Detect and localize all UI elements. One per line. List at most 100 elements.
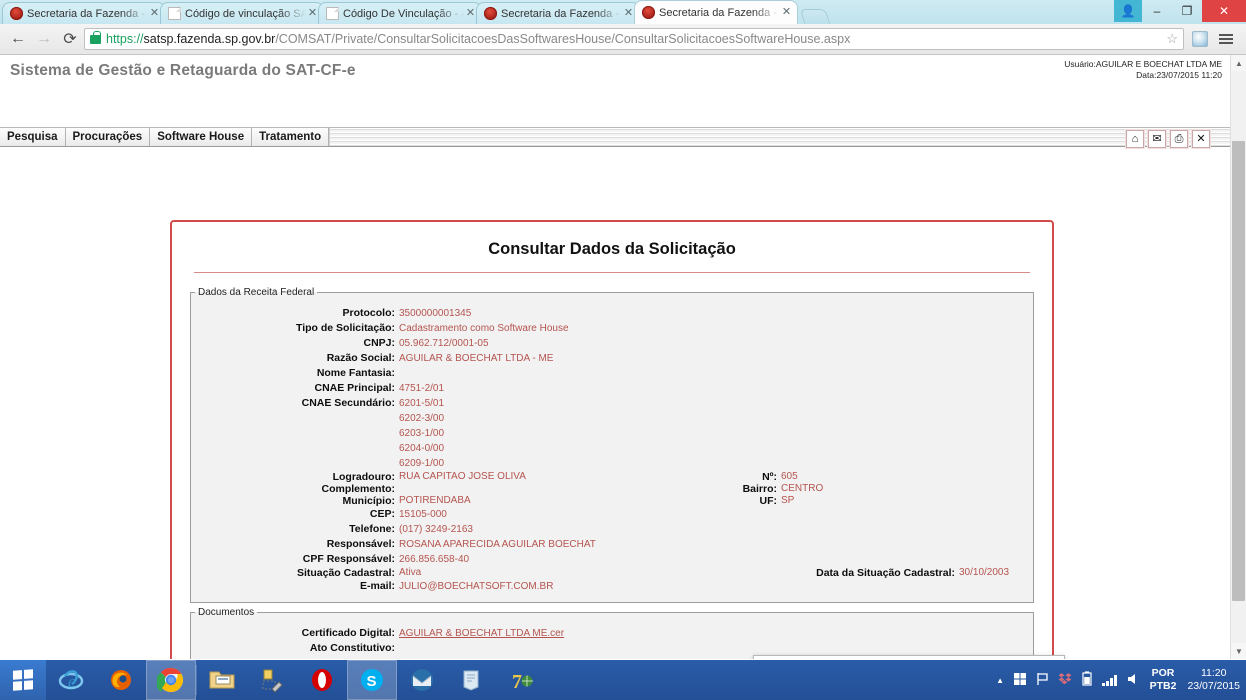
page-scrollbar[interactable]: ▲ ▼	[1230, 55, 1246, 659]
user-profile-icon[interactable]: 👤	[1114, 0, 1142, 22]
field-email: E-mail: JULIO@BOECHATSOFT.COM.BR	[191, 579, 1033, 594]
field-label: Responsável:	[326, 538, 395, 550]
app-menu-bar: Pesquisa Procurações Software House Trat…	[0, 127, 1246, 148]
field-label: Nº:	[762, 471, 777, 483]
taskbar-item-chrome[interactable]	[146, 660, 196, 700]
field-cnpj: CNPJ: 05.962.712/0001-05	[191, 336, 1033, 351]
lock-icon	[90, 30, 101, 44]
forward-icon[interactable]: →	[32, 27, 56, 51]
browser-tab[interactable]: Código De Vinculação - A ✕	[318, 2, 482, 24]
lang-line-2: PTB2	[1149, 680, 1177, 692]
field-complemento-bairro: Complemento: Bairro: CENTRO	[191, 483, 1033, 495]
field-value: 266.856.658-40	[399, 554, 470, 565]
menu-item-procuracoes[interactable]: Procurações	[66, 128, 151, 146]
page-content: Sistema de Gestão e Retaguarda do SAT-CF…	[0, 55, 1246, 659]
user-name-line: Usuário:AGUILAR E BOECHAT LTDA ME	[1064, 59, 1222, 69]
field-value: (017) 3249-2163	[399, 524, 473, 535]
clock-time: 11:20	[1200, 667, 1227, 679]
tab-title: Secretaria da Fazenda - G	[659, 6, 780, 19]
field-cnae-secundario: CNAE Secundário: 6201-5/01 6202-3/00 620…	[191, 396, 1033, 471]
language-indicator[interactable]: POR PTB2	[1150, 667, 1177, 693]
tab-close-icon[interactable]: ✕	[780, 6, 793, 19]
section-legend: Documentos	[198, 607, 255, 618]
back-icon[interactable]: ←	[6, 27, 30, 51]
taskbar-item-seven-zip[interactable]: 7	[497, 660, 547, 700]
volume-icon[interactable]	[1126, 672, 1141, 689]
mail-icon[interactable]: ✉	[1148, 130, 1166, 148]
field-label: Tipo de Solicitação:	[296, 322, 395, 334]
flag-icon[interactable]	[1036, 672, 1049, 689]
field-value: Cadastramento como Software House	[399, 323, 569, 334]
svg-text:S: S	[367, 673, 377, 690]
field-value: 35218481712	[399, 656, 460, 659]
reload-icon[interactable]: ⟳	[58, 27, 82, 51]
browser-tab[interactable]: Secretaria da Fazenda - G ✕	[476, 2, 640, 24]
browser-tab[interactable]: Código de vinculação SAT ✕	[160, 2, 324, 24]
field-value: 605	[781, 471, 798, 482]
taskbar-item-internet-explorer[interactable]: e	[46, 660, 96, 700]
field-label: Complemento:	[321, 483, 396, 495]
new-tab-button[interactable]	[799, 9, 831, 24]
taskbar-item-notes[interactable]	[447, 660, 497, 700]
seal-icon	[642, 6, 655, 19]
field-label: Protocolo:	[342, 307, 396, 319]
close-window-button[interactable]: ✕	[1202, 0, 1246, 22]
windows-taskbar: e S 7 ▲ POR PTB2 11:20 23/07/2015	[0, 660, 1246, 700]
date-line: Data:23/07/2015 11:20	[1136, 70, 1222, 80]
bookmark-star-icon[interactable]: ☆	[1158, 31, 1178, 47]
scroll-down-icon[interactable]: ▼	[1231, 643, 1246, 659]
windows-action-center-icon[interactable]	[1013, 672, 1027, 689]
show-hidden-icons[interactable]: ▲	[996, 676, 1004, 685]
address-bar[interactable]: https://satsp.fazenda.sp.gov.br/COMSAT/P…	[84, 28, 1184, 50]
browser-menu-icon[interactable]	[1214, 27, 1238, 51]
clock[interactable]: 11:20 23/07/2015	[1185, 667, 1240, 693]
section-documentos: Documentos Certificado Digital: AGUILAR …	[190, 607, 1034, 659]
menu-item-tratamento[interactable]: Tratamento	[252, 128, 330, 146]
svg-text:e: e	[68, 672, 76, 691]
menu-item-software-house[interactable]: Software House	[150, 128, 253, 146]
browser-tab[interactable]: Secretaria da Fazenda - G ✕	[2, 2, 166, 24]
taskbar-item-thunderbird[interactable]	[397, 660, 447, 700]
taskbar-item-skype[interactable]: S	[347, 660, 397, 700]
field-razao-social: Razão Social: AGUILAR & BOECHAT LTDA - M…	[191, 351, 1033, 366]
taskbar-item-tools[interactable]	[247, 660, 297, 700]
browser-tab-strip: Secretaria da Fazenda - G ✕ Código de vi…	[0, 0, 1246, 24]
print-icon[interactable]: ⎙	[1170, 130, 1188, 148]
dropbox-tray-icon[interactable]	[1058, 672, 1072, 689]
field-value: JULIO@BOECHATSOFT.COM.BR	[399, 581, 554, 592]
seal-icon	[10, 7, 23, 20]
taskbar-item-opera[interactable]	[297, 660, 347, 700]
field-label: Situação Cadastral:	[296, 567, 395, 579]
system-tray: ▲ POR PTB2 11:20 23/07/2015	[996, 660, 1246, 700]
field-value: 30/10/2003	[959, 567, 1010, 578]
restore-button[interactable]: ❐	[1172, 0, 1202, 22]
seal-icon	[484, 7, 497, 20]
network-icon[interactable]	[1102, 674, 1117, 686]
field-label: CNAE Secundário:	[301, 397, 395, 409]
battery-icon[interactable]	[1081, 671, 1093, 689]
taskbar-item-file-explorer[interactable]	[197, 660, 247, 700]
toolbar-icons: ⌂ ✉ ⎙ ✕	[1126, 130, 1210, 148]
field-value: POTIRENDABA	[399, 495, 471, 506]
window-controls: 👤 – ❐ ✕	[1114, 0, 1246, 24]
field-cpf-responsavel: CPF Responsável: 266.856.658-40	[191, 552, 1033, 567]
field-certificado-digital: Certificado Digital: AGUILAR & BOECHAT L…	[191, 626, 1033, 641]
field-value: AGUILAR & BOECHAT LTDA - ME	[399, 353, 554, 364]
dropbox-notification[interactable]: ⚒ ✕ Entrou na pasta compartilhada. A pas…	[753, 655, 1065, 659]
start-button[interactable]	[0, 660, 46, 700]
tab-title: Código de vinculação SAT	[185, 7, 306, 20]
certificado-digital-link[interactable]: AGUILAR & BOECHAT LTDA ME.cer	[399, 626, 564, 641]
browser-toolbar: ← → ⟳ https://satsp.fazenda.sp.gov.br/CO…	[0, 24, 1246, 55]
tab-title: Secretaria da Fazenda - G	[501, 7, 622, 20]
browser-tab-active[interactable]: Secretaria da Fazenda - G ✕	[634, 0, 798, 24]
home-icon[interactable]: ⌂	[1126, 130, 1144, 148]
close-icon[interactable]: ✕	[1192, 130, 1210, 148]
minimize-button[interactable]: –	[1142, 0, 1172, 22]
scroll-up-icon[interactable]: ▲	[1231, 55, 1246, 71]
extension-icon[interactable]	[1188, 27, 1212, 51]
lang-line-1: POR	[1151, 667, 1175, 679]
field-value: 3500000001345	[399, 308, 472, 319]
scrollbar-thumb[interactable]	[1232, 141, 1245, 601]
menu-item-pesquisa[interactable]: Pesquisa	[0, 128, 66, 146]
taskbar-item-firefox[interactable]	[96, 660, 146, 700]
